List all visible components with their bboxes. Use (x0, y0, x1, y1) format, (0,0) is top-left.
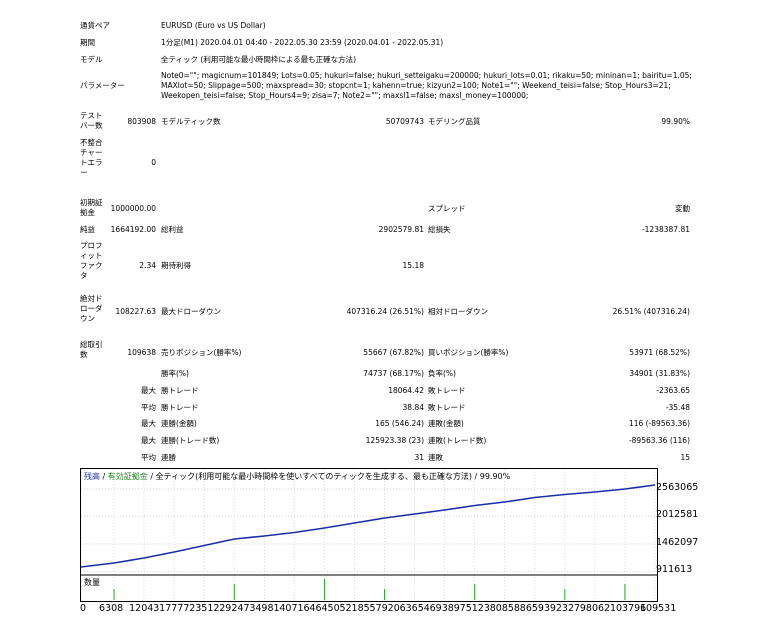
x-tick-label: 69389 (429, 603, 460, 614)
largest-win-value: 18064.42 (388, 386, 424, 395)
largest-win-label: 勝トレード (161, 386, 199, 395)
model-quality-value: 99.90% (661, 117, 690, 126)
chart-svg (81, 469, 657, 601)
initial-deposit-value: 1000000.00 (110, 204, 156, 213)
gross-profit-value: 2902579.81 (378, 225, 424, 234)
loss-value: 34901 (31.83%) (629, 369, 690, 378)
spread-value: 変動 (675, 204, 690, 213)
spread-label: スプレッド (428, 204, 466, 213)
y-tick-label: 1462097 (656, 536, 699, 548)
balance-line (81, 484, 656, 568)
mismatch-label: 不整合チャートエラー (80, 138, 103, 177)
x-tick-label: 52185 (339, 603, 370, 614)
avg-loss-label: 敗トレード (428, 403, 466, 412)
x-tick-label: 98062 (579, 603, 611, 614)
average-prefix-2: 平均 (141, 453, 156, 462)
short-label: 売りポジション(勝率%) (161, 348, 242, 357)
loss-label: 負率(%) (428, 369, 456, 378)
max-dd-label: 最大ドローダウン (161, 307, 221, 316)
gross-loss-value: -1238387.81 (641, 225, 690, 234)
x-tick-label: 0 (80, 603, 87, 614)
volume-label: 数量 (84, 578, 100, 587)
x-tick-label: 75123 (459, 603, 490, 614)
largest-loss-label: 敗トレード (428, 386, 466, 395)
test-bars-label: テストバー数 (80, 111, 103, 130)
net-profit-value: 1664192.00 (110, 225, 156, 234)
x-tick-label: 109531 (640, 603, 677, 614)
x-tick-label: 63654 (399, 603, 430, 614)
x-tick-label: 6308 (99, 603, 124, 614)
profit-factor-label: プロフィットファクタ (80, 241, 103, 280)
x-tick-label: 34981 (249, 603, 280, 614)
x-tick-label: 29247 (219, 603, 250, 614)
params-value: Note0=""; magicnum=101849; Lots=0.05; hu… (161, 71, 692, 100)
avg-loss-value: -35.48 (665, 403, 690, 412)
period-label: 期間 (80, 38, 95, 47)
net-profit-label: 純益 (80, 225, 95, 234)
largest-prefix-3: 最大 (141, 436, 156, 445)
gross-loss-label: 総損失 (428, 225, 451, 234)
max-consec-win-amt-label: 連勝(金額) (161, 419, 197, 428)
avg-consec-loss-label: 連敗 (428, 453, 443, 462)
max-consec-win-amt-value: 165 (546.24) (375, 419, 424, 428)
period-value: 1分足(M1) 2020.04.01 04:40 - 2022.05.30 23… (161, 38, 444, 47)
x-tick-label: 23512 (189, 603, 220, 614)
model-label: モデル (80, 55, 103, 64)
max-dd-value: 407316.24 (26.51%) (346, 307, 424, 316)
win-value: 74737 (68.17%) (363, 369, 424, 378)
gross-profit-label: 総利益 (161, 225, 184, 234)
x-tick-label: 80858 (489, 603, 520, 614)
max-consec-loss-amt-label: 連敗(金額) (428, 419, 464, 428)
avg-consec-loss-value: 15 (680, 453, 690, 462)
model-quality-label: モデリング品質 (428, 117, 481, 126)
x-tick-label: 92327 (549, 603, 581, 614)
largest-prefix: 最大 (141, 386, 156, 395)
balance-chart: 残高 / 有効証拠金 / 全ティック(利用可能な最小時間枠を使いすべてのティック… (80, 468, 658, 602)
max-consec-win-trades-label: 連勝(トレード数) (161, 436, 220, 445)
largest-prefix-2: 最大 (141, 419, 156, 428)
y-tick-label: 2012581 (656, 509, 699, 521)
mismatch-value: 0 (151, 158, 156, 167)
x-tick-label: 46450 (309, 603, 340, 614)
model-value: 全ティック (利用可能な最小時間枠による最も正確な方法) (161, 55, 357, 64)
x-tick-label: 57920 (369, 603, 400, 614)
long-label: 買いポジション(勝率%) (428, 348, 509, 357)
pair-value: EURUSD (Euro vs US Dollar) (161, 21, 266, 30)
average-prefix: 平均 (141, 403, 156, 412)
model-ticks-label: モデルティック数 (161, 117, 221, 126)
test-bars-value: 803908 (127, 117, 156, 126)
avg-consec-win-value: 31 (414, 453, 424, 462)
max-consec-win-trades-value: 125923.38 (23) (365, 436, 424, 445)
max-consec-loss-amt-value: 116 (-89563.36) (628, 419, 690, 428)
avg-consec-win-label: 連勝 (161, 453, 176, 462)
x-tick-label: 17777 (159, 603, 190, 614)
win-label: 勝率(%) (161, 369, 189, 378)
expected-payoff-label: 期待利得 (161, 261, 191, 270)
profit-factor-value: 2.34 (139, 261, 156, 270)
max-consec-loss-trades-value: -89563.36 (116) (628, 436, 690, 445)
max-consec-loss-trades-label: 連敗(トレード数) (428, 436, 487, 445)
avg-win-label: 勝トレード (161, 403, 199, 412)
long-value: 53971 (68.52%) (629, 348, 690, 357)
rel-dd-label: 相対ドローダウン (428, 307, 488, 316)
largest-loss-value: -2363.65 (656, 386, 690, 395)
rel-dd-value: 26.51% (407316.24) (612, 307, 690, 316)
y-tick-label: 911613 (656, 564, 693, 576)
x-tick-label: 12043 (129, 603, 160, 614)
model-ticks-value: 50709743 (385, 117, 424, 126)
x-tick-label: 86593 (519, 603, 551, 614)
total-trades-value: 109638 (127, 348, 156, 357)
pair-label: 通貨ペア (80, 21, 110, 30)
abs-dd-value: 108227.63 (115, 307, 156, 316)
params-label: パラメーター (80, 81, 125, 90)
expected-payoff-value: 15.18 (402, 261, 424, 270)
short-value: 55667 (67.82%) (363, 348, 424, 357)
y-tick-label: 2563065 (656, 481, 699, 493)
x-tick-label: 40716 (279, 603, 310, 614)
avg-win-value: 38.84 (402, 403, 424, 412)
